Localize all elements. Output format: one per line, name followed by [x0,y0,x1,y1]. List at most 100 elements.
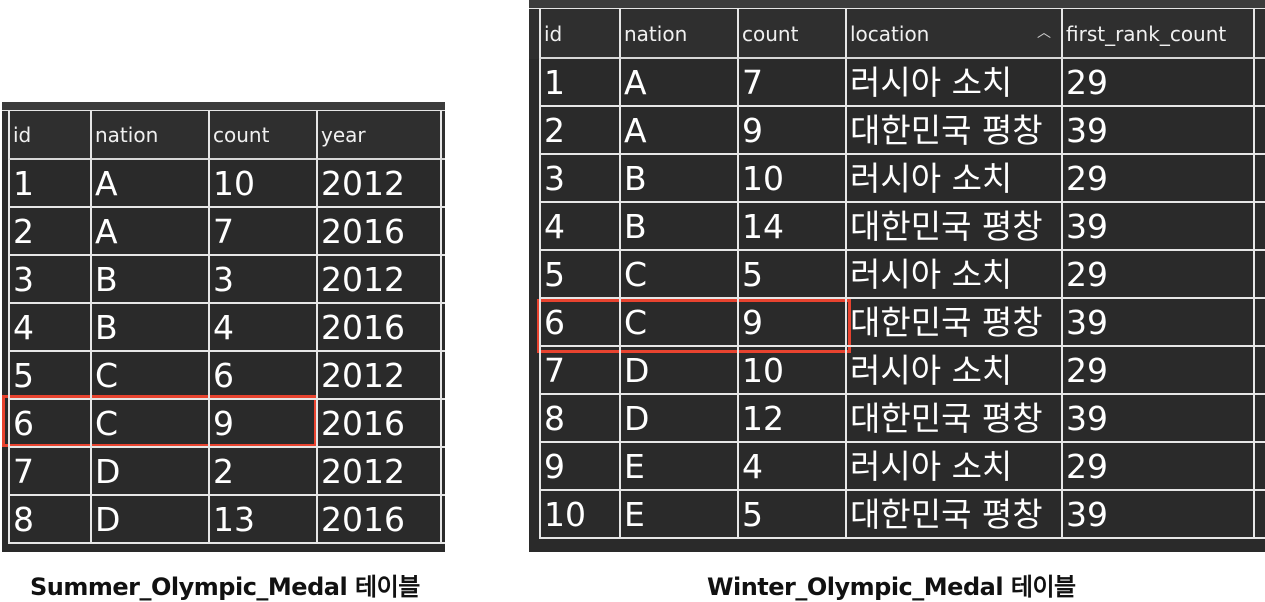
table-cell-id[interactable]: 2 [539,107,619,155]
table-row[interactable]: 7 D 10 러시아 소치 29 [529,347,1265,395]
column-header-nation[interactable]: nation [619,9,737,59]
table-row[interactable]: 9 E 4 러시아 소치 29 [529,443,1265,491]
table-cell-location[interactable]: 러시아 소치 [845,155,1061,203]
table-row[interactable]: 4 B 14 대한민국 평창 39 [529,203,1265,251]
table-cell-count[interactable]: 7 [208,208,316,256]
table-cell-first-rank-count[interactable]: 29 [1061,155,1253,203]
table-cell-id[interactable]: 4 [539,203,619,251]
table-cell-id[interactable]: 3 [539,155,619,203]
table-cell-first-rank-count[interactable]: 29 [1061,251,1253,299]
table-cell-year[interactable]: 2012 [316,352,440,400]
table-cell-count[interactable]: 13 [208,496,316,544]
table-row[interactable]: 5 C 5 러시아 소치 29 [529,251,1265,299]
table-cell-count[interactable]: 2 [208,448,316,496]
table-cell-year[interactable]: 2012 [316,256,440,304]
table-cell-id[interactable]: 8 [8,496,90,544]
table-row[interactable]: 8 D 12 대한민국 평창 39 [529,395,1265,443]
table-cell-id[interactable]: 7 [539,347,619,395]
table-cell-year[interactable]: 2012 [316,448,440,496]
table-cell-id[interactable]: 4 [8,304,90,352]
table-cell-count[interactable]: 6 [208,352,316,400]
table-cell-count[interactable]: 5 [737,491,845,539]
table-cell-nation[interactable]: C [619,251,737,299]
table-cell-count[interactable]: 9 [737,299,845,347]
table-cell-nation[interactable]: A [90,160,208,208]
table-cell-count[interactable]: 4 [737,443,845,491]
table-cell-id[interactable]: 10 [539,491,619,539]
table-row[interactable]: 2 A 9 대한민국 평창 39 [529,107,1265,155]
table-row[interactable]: 6 C 9 대한민국 평창 39 [529,299,1265,347]
column-header-id[interactable]: id [8,111,90,160]
table-cell-location[interactable]: 대한민국 평창 [845,491,1061,539]
table-cell-id[interactable]: 6 [8,400,90,448]
table-cell-year[interactable]: 2016 [316,208,440,256]
table-cell-nation[interactable]: B [619,203,737,251]
table-cell-nation[interactable]: C [90,352,208,400]
column-header-count[interactable]: count [208,111,316,160]
table-cell-location[interactable]: 러시아 소치 [845,251,1061,299]
table-row[interactable]: 2 A 7 2016 [2,208,445,256]
column-header-id[interactable]: id [539,9,619,59]
table-cell-count[interactable]: 10 [737,347,845,395]
table-cell-nation[interactable]: D [619,395,737,443]
table-cell-count[interactable]: 14 [737,203,845,251]
table-cell-first-rank-count[interactable]: 39 [1061,107,1253,155]
table-cell-first-rank-count[interactable]: 29 [1061,347,1253,395]
table-cell-id[interactable]: 5 [8,352,90,400]
table-cell-location[interactable]: 대한민국 평창 [845,299,1061,347]
table-cell-nation[interactable]: D [619,347,737,395]
table-row[interactable]: 4 B 4 2016 [2,304,445,352]
table-row[interactable]: 1 A 7 러시아 소치 29 [529,59,1265,107]
table-cell-count[interactable]: 10 [737,155,845,203]
table-row[interactable]: 10 E 5 대한민국 평창 39 [529,491,1265,539]
table-cell-nation[interactable]: D [90,448,208,496]
table-cell-nation[interactable]: B [90,304,208,352]
table-cell-year[interactable]: 2016 [316,400,440,448]
table-row[interactable]: 3 B 3 2012 [2,256,445,304]
table-cell-id[interactable]: 5 [539,251,619,299]
column-header-first-rank-count[interactable]: first_rank_count [1061,9,1253,59]
table-cell-id[interactable]: 8 [539,395,619,443]
table-cell-count[interactable]: 9 [208,400,316,448]
table-cell-year[interactable]: 2016 [316,304,440,352]
table-cell-count[interactable]: 9 [737,107,845,155]
table-cell-nation[interactable]: A [619,59,737,107]
table-cell-first-rank-count[interactable]: 39 [1061,299,1253,347]
table-cell-first-rank-count[interactable]: 39 [1061,491,1253,539]
table-cell-year[interactable]: 2016 [316,496,440,544]
column-header-location[interactable]: location ︿ [845,9,1061,59]
table-cell-id[interactable]: 1 [8,160,90,208]
table-cell-first-rank-count[interactable]: 39 [1061,203,1253,251]
column-header-nation[interactable]: nation [90,111,208,160]
table-cell-nation[interactable]: D [90,496,208,544]
table-cell-nation[interactable]: E [619,443,737,491]
table-cell-location[interactable]: 대한민국 평창 [845,107,1061,155]
table-cell-count[interactable]: 12 [737,395,845,443]
table-cell-location[interactable]: 러시아 소치 [845,443,1061,491]
table-cell-count[interactable]: 10 [208,160,316,208]
table-cell-id[interactable]: 6 [539,299,619,347]
table-row[interactable]: 6 C 9 2016 [2,400,445,448]
table-cell-id[interactable]: 3 [8,256,90,304]
table-row[interactable]: 8 D 13 2016 [2,496,445,544]
column-header-count[interactable]: count [737,9,845,59]
chevron-up-icon[interactable]: ︿ [1037,9,1051,57]
table-cell-first-rank-count[interactable]: 29 [1061,443,1253,491]
table-cell-id[interactable]: 9 [539,443,619,491]
table-cell-first-rank-count[interactable]: 39 [1061,395,1253,443]
column-header-year[interactable]: year [316,111,440,160]
table-cell-id[interactable]: 7 [8,448,90,496]
table-cell-nation[interactable]: B [619,155,737,203]
table-cell-id[interactable]: 2 [8,208,90,256]
table-cell-id[interactable]: 1 [539,59,619,107]
table-cell-count[interactable]: 7 [737,59,845,107]
table-cell-location[interactable]: 대한민국 평창 [845,395,1061,443]
table-cell-nation[interactable]: A [90,208,208,256]
table-cell-count[interactable]: 4 [208,304,316,352]
table-cell-nation[interactable]: C [619,299,737,347]
table-row[interactable]: 1 A 10 2012 [2,160,445,208]
table-cell-nation[interactable]: B [90,256,208,304]
table-cell-count[interactable]: 3 [208,256,316,304]
table-row[interactable]: 3 B 10 러시아 소치 29 [529,155,1265,203]
table-cell-location[interactable]: 대한민국 평창 [845,203,1061,251]
